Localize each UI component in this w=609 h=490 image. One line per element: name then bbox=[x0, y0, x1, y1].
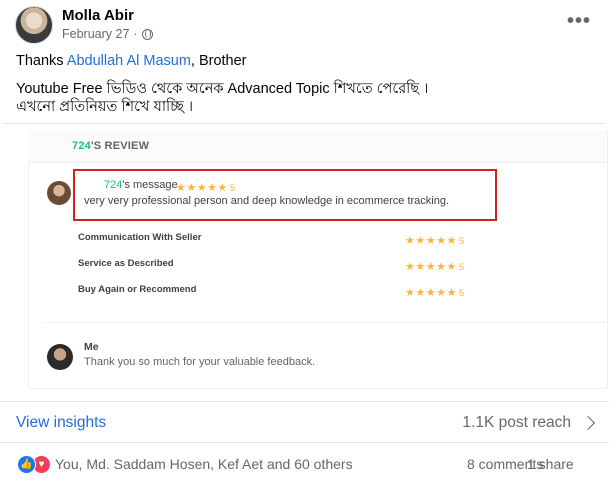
mention-link[interactable]: Abdullah Al Masum bbox=[67, 53, 191, 69]
review-text: very very professional person and deep k… bbox=[84, 195, 450, 207]
criteria-label: Communication With Seller bbox=[78, 232, 202, 243]
star-icons: ★★★★★ bbox=[405, 287, 457, 299]
divider bbox=[0, 401, 609, 402]
criteria-rating: ★★★★★ 5 bbox=[405, 231, 464, 249]
criteria-label: Buy Again or Recommend bbox=[78, 284, 197, 295]
author-name[interactable]: Molla Abir bbox=[62, 7, 134, 24]
thanks-prefix: Thanks bbox=[16, 53, 67, 69]
chevron-right-icon[interactable] bbox=[580, 415, 596, 431]
like-reaction-icon[interactable]: 👍 bbox=[17, 455, 36, 474]
review-title: 724'S REVIEW bbox=[72, 140, 149, 152]
criteria-rating: ★★★★★ 5 bbox=[405, 283, 464, 301]
post-text-line-1: Thanks Abdullah Al Masum, Brother bbox=[16, 53, 247, 69]
star-icons: ★★★★★ bbox=[176, 182, 228, 194]
reactions-summary[interactable]: You, Md. Saddam Hosen, Kef Aet and 60 ot… bbox=[55, 456, 353, 472]
reviewer-name: 724's message bbox=[104, 179, 178, 191]
post-meta: February 27 · bbox=[62, 27, 153, 41]
criteria-label: Service as Described bbox=[78, 258, 174, 269]
author-avatar[interactable] bbox=[15, 6, 53, 44]
rating-value: 5 bbox=[458, 236, 465, 247]
reply-text: Thank you so much for your valuable feed… bbox=[84, 356, 316, 368]
review-title-id: 724 bbox=[72, 140, 91, 152]
post-reach[interactable]: 1.1K post reach bbox=[462, 414, 571, 432]
globe-icon bbox=[141, 28, 153, 40]
review-title-text: 'S REVIEW bbox=[90, 140, 150, 152]
view-insights-link[interactable]: View insights bbox=[16, 414, 106, 432]
reviewer-id: 724 bbox=[104, 179, 123, 191]
post-text-line-3: এখনো প্রতিনিয়ত শিখে যাচ্ছি । bbox=[16, 99, 194, 115]
shares-count[interactable]: 1 share bbox=[527, 456, 574, 472]
post-date[interactable]: February 27 bbox=[62, 27, 129, 41]
star-icons: ★★★★★ bbox=[405, 235, 457, 247]
reply-author: Me bbox=[84, 341, 99, 353]
meta-separator: · bbox=[133, 27, 138, 41]
rating-value: 5 bbox=[458, 262, 465, 273]
divider bbox=[0, 442, 609, 443]
reviewer-avatar bbox=[47, 181, 71, 205]
seller-avatar bbox=[47, 344, 73, 370]
reviewer-message-label: 's message bbox=[122, 179, 178, 191]
rating-value: 5 bbox=[458, 288, 465, 299]
star-icons: ★★★★★ bbox=[405, 261, 457, 273]
more-options-button[interactable]: ••• bbox=[567, 10, 591, 33]
review-rating: ★★★★★ 5 bbox=[176, 178, 235, 196]
review-divider bbox=[44, 322, 606, 323]
rating-value: 5 bbox=[229, 183, 236, 194]
criteria-rating: ★★★★★ 5 bbox=[405, 257, 464, 275]
thanks-suffix: , Brother bbox=[190, 53, 247, 69]
